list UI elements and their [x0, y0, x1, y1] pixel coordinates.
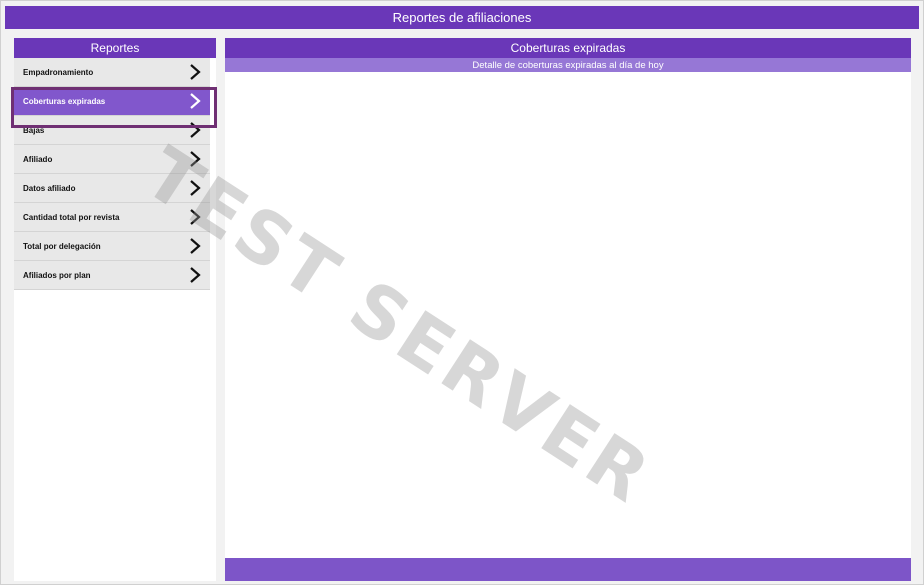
chevron-right-icon	[190, 238, 201, 254]
page-title: Reportes de afiliaciones	[392, 10, 532, 25]
chevron-right-icon	[190, 93, 201, 109]
menu-item-label: Bajas	[23, 125, 45, 135]
menu-item-datos-afiliado[interactable]: Datos afiliado	[14, 174, 210, 203]
menu-item-afiliados-por-plan[interactable]: Afiliados por plan	[14, 261, 210, 290]
menu-item-coberturas-expiradas[interactable]: Coberturas expiradas	[14, 87, 210, 116]
menu-item-label: Datos afiliado	[23, 183, 76, 193]
report-content-panel: Coberturas expiradas Detalle de cobertur…	[225, 38, 911, 581]
content-title: Coberturas expiradas	[225, 38, 911, 58]
menu-item-bajas[interactable]: Bajas	[14, 116, 210, 145]
chevron-right-icon	[190, 180, 201, 196]
menu-item-label: Empadronamiento	[23, 67, 94, 77]
chevron-right-icon	[190, 151, 201, 167]
menu-item-label: Coberturas expiradas	[23, 96, 106, 106]
menu-item-total-por-delegacion[interactable]: Total por delegación	[14, 232, 210, 261]
menu-item-afiliado[interactable]: Afiliado	[14, 145, 210, 174]
chevron-right-icon	[190, 267, 201, 283]
menu-item-cantidad-total-por-revista[interactable]: Cantidad total por revista	[14, 203, 210, 232]
reports-menu: Empadronamiento Coberturas expiradas Baj…	[14, 58, 210, 290]
sidebar-title: Reportes	[14, 38, 216, 58]
chevron-right-icon	[190, 122, 201, 138]
menu-item-empadronamiento[interactable]: Empadronamiento	[14, 58, 210, 87]
menu-item-label: Cantidad total por revista	[23, 212, 120, 222]
app-header: Reportes de afiliaciones	[5, 6, 919, 29]
menu-item-label: Afiliados por plan	[23, 270, 91, 280]
content-title-label: Coberturas expiradas	[510, 41, 626, 55]
app-window: Reportes de afiliaciones Reportes Empadr…	[0, 0, 924, 585]
content-subtitle: Detalle de coberturas expiradas al día d…	[225, 58, 911, 72]
chevron-right-icon	[190, 64, 201, 80]
chevron-right-icon	[190, 209, 201, 225]
menu-item-label: Afiliado	[23, 154, 53, 164]
content-footer-bar	[225, 558, 911, 581]
menu-item-label: Total por delegación	[23, 241, 101, 251]
sidebar-title-label: Reportes	[90, 41, 140, 55]
reports-sidebar: Reportes Empadronamiento Coberturas expi…	[11, 38, 217, 581]
content-subtitle-label: Detalle de coberturas expiradas al día d…	[472, 59, 664, 71]
